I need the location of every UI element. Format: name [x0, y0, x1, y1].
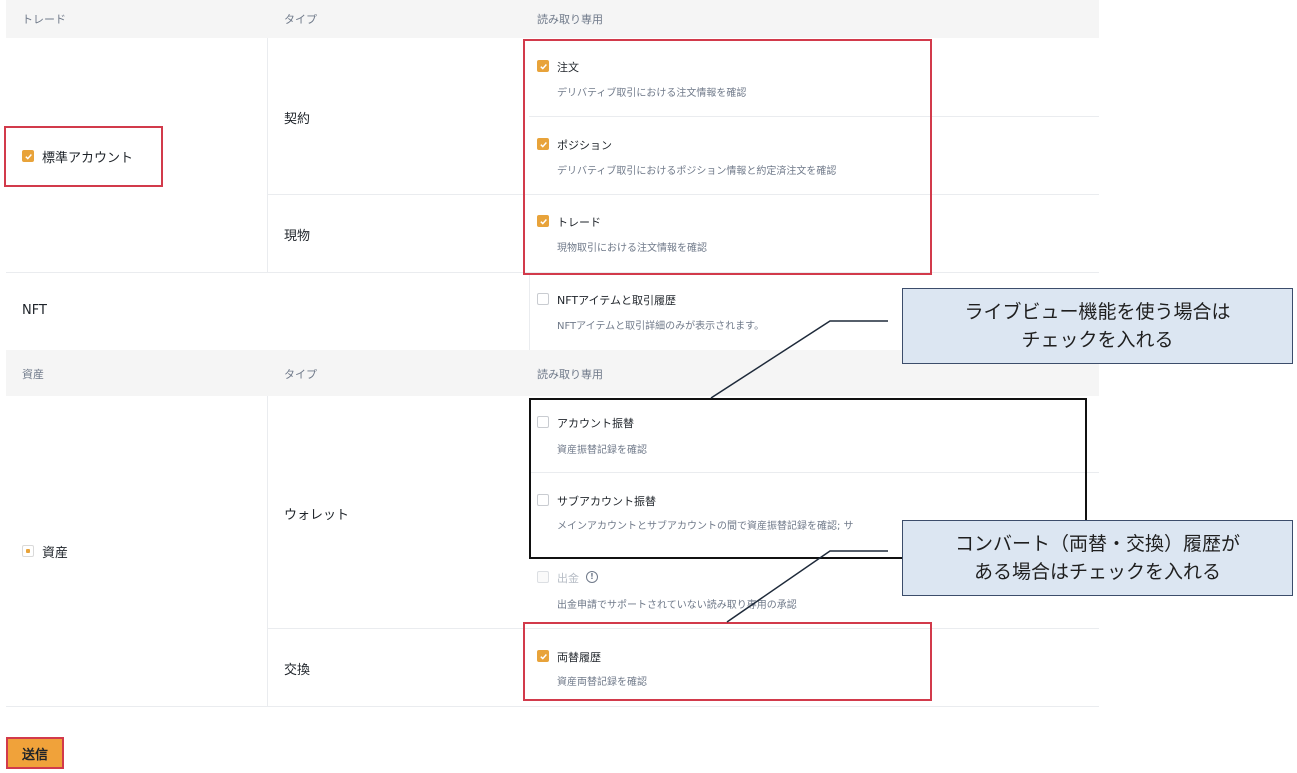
convert-callout-line2: ある場合はチェックを入れる: [973, 561, 1221, 583]
callout-connectors: [710, 320, 888, 623]
live-view-connector: [710, 320, 888, 399]
live-view-callout: ライブビュー機能を使う場合は チェックを入れる: [902, 288, 1293, 364]
convert-callout: コンバート（両替・交換）履歴が ある場合はチェックを入れる: [902, 520, 1293, 596]
convert-connector: [726, 550, 888, 623]
live-view-callout-line1: ライブビュー機能を使う場合は: [964, 301, 1231, 323]
convert-callout-line1: コンバート（両替・交換）履歴が: [954, 533, 1240, 555]
live-view-callout-line2: チェックを入れる: [1021, 329, 1174, 351]
submit-button[interactable]: 送信: [6, 737, 64, 769]
